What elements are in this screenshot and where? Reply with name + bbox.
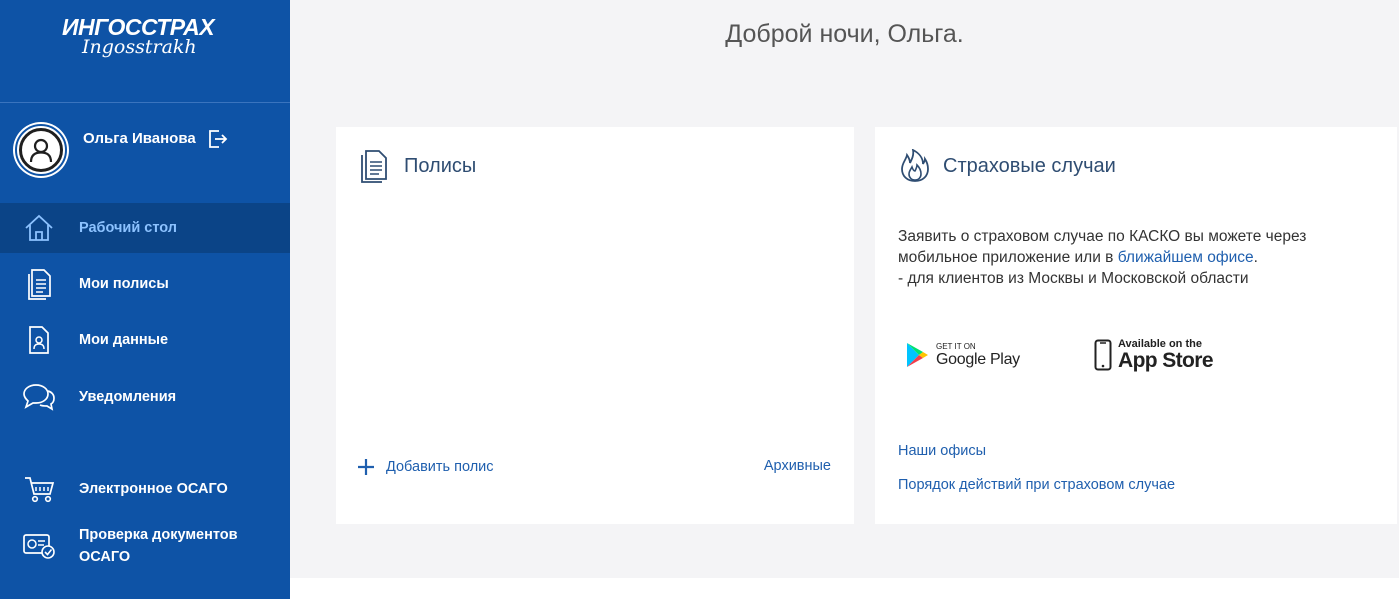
cases-text-part2: . bbox=[1253, 249, 1258, 266]
personal-data-icon bbox=[22, 323, 56, 357]
fire-icon bbox=[899, 148, 931, 183]
nav-item-notifications[interactable]: Уведомления bbox=[0, 372, 290, 422]
nav-label-osago: Электронное ОСАГО bbox=[79, 481, 228, 497]
cases-title: Страховые случаи bbox=[943, 155, 1116, 177]
logout-icon[interactable] bbox=[207, 128, 229, 150]
cases-description: Заявить о страховом случае по КАСКО вы м… bbox=[898, 226, 1388, 289]
cart-icon bbox=[22, 472, 56, 506]
nav-item-my-policies[interactable]: Мои полисы bbox=[0, 259, 290, 309]
nav-label-my-policies: Мои полисы bbox=[79, 276, 169, 292]
footer-band bbox=[290, 578, 1399, 599]
iphone-icon bbox=[1094, 339, 1112, 371]
plus-icon bbox=[358, 459, 374, 475]
sidebar-divider bbox=[0, 102, 290, 103]
nav-label-notifications: Уведомления bbox=[79, 389, 177, 405]
document-icon bbox=[22, 267, 56, 301]
nearest-office-link[interactable]: ближайшем офисе bbox=[1118, 249, 1254, 266]
app-store-big: App Store bbox=[1118, 349, 1214, 372]
greeting: Доброй ночи, Ольга. bbox=[725, 20, 964, 48]
nav-label-my-data: Мои данные bbox=[79, 332, 169, 348]
nav-item-my-data[interactable]: Мои данные bbox=[0, 315, 290, 365]
nav-label-desktop: Рабочий стол bbox=[79, 220, 177, 236]
google-play-small: GET IT ON bbox=[936, 341, 976, 351]
user-icon bbox=[19, 128, 63, 172]
id-card-check-icon bbox=[22, 529, 56, 563]
archive-link[interactable]: Архивные bbox=[764, 458, 831, 474]
sidebar: ИНГОССТРАХ Ingosstrakh Ольга Иванова Раб… bbox=[0, 0, 290, 599]
procedure-link[interactable]: Порядок действий при страховом случае bbox=[898, 477, 1175, 493]
add-policy-button[interactable]: Добавить полис bbox=[356, 457, 494, 477]
ingosstrakh-logo[interactable]: ИНГОССТРАХ Ingosstrakh bbox=[62, 14, 222, 74]
cases-text-line3: - для клиентов из Москвы и Московской об… bbox=[898, 270, 1249, 287]
app-store-badge[interactable]: Available on the App Store bbox=[1094, 333, 1214, 377]
add-policy-label: Добавить полис bbox=[386, 459, 494, 475]
user-name: Ольга Иванова bbox=[83, 130, 196, 147]
policies-card: Полисы Добавить полис Архивные bbox=[336, 127, 854, 524]
policies-title: Полисы bbox=[404, 155, 477, 177]
insurance-cases-card: Страховые случаи Заявить о страховом слу… bbox=[875, 127, 1397, 524]
google-play-icon bbox=[907, 343, 928, 367]
nav-label-check-docs: Проверка документов ОСАГО bbox=[79, 527, 238, 565]
document-icon bbox=[360, 149, 388, 183]
nav-item-desktop[interactable]: Рабочий стол bbox=[0, 203, 290, 253]
home-icon bbox=[22, 211, 56, 245]
our-offices-link[interactable]: Наши офисы bbox=[898, 443, 986, 459]
chat-bubbles-icon bbox=[22, 380, 56, 414]
nav-item-check-docs[interactable]: Проверка документов ОСАГО bbox=[0, 520, 290, 572]
google-play-badge[interactable]: GET IT ON Google Play bbox=[905, 333, 1020, 377]
avatar[interactable] bbox=[15, 124, 67, 176]
nav-item-osago[interactable]: Электронное ОСАГО bbox=[0, 464, 290, 514]
google-play-big: Google Play bbox=[936, 350, 1020, 368]
